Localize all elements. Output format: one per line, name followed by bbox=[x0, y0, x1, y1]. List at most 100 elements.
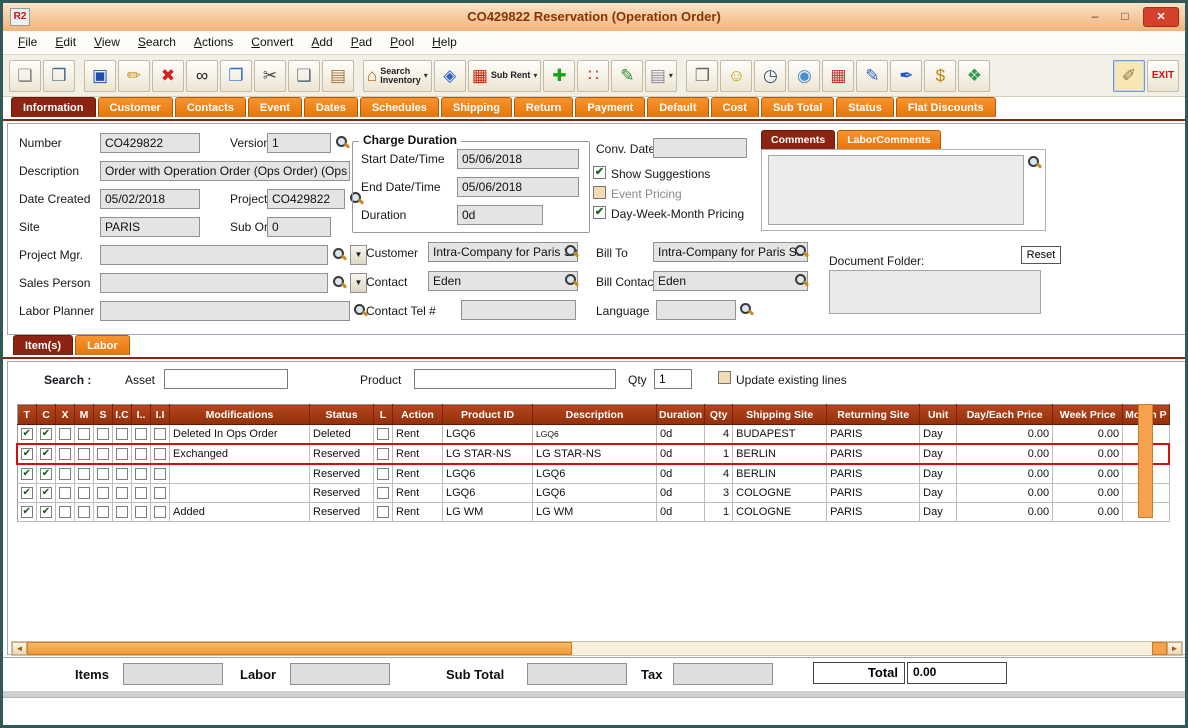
smiley-button[interactable]: ☺ bbox=[720, 59, 753, 92]
sales-person-search-icon[interactable] bbox=[332, 275, 347, 290]
unchecked-checkbox[interactable] bbox=[97, 468, 109, 481]
cell-cb3[interactable] bbox=[74, 502, 94, 522]
labor-planner-field[interactable] bbox=[100, 301, 350, 321]
tab-items[interactable]: Item(s) bbox=[13, 335, 74, 355]
cell-cb5[interactable] bbox=[112, 424, 132, 445]
tab-status[interactable]: Status bbox=[836, 97, 894, 117]
cell-cb5[interactable] bbox=[112, 502, 132, 522]
end-date-field[interactable]: 05/06/2018 bbox=[457, 177, 579, 197]
unchecked-checkbox[interactable] bbox=[78, 487, 90, 500]
tab-labor[interactable]: Labor bbox=[75, 335, 130, 355]
date-created-field[interactable]: 05/02/2018 bbox=[100, 189, 200, 209]
cell-cb2[interactable] bbox=[55, 502, 75, 522]
cell-cb2[interactable] bbox=[55, 424, 75, 445]
cell-cb5[interactable] bbox=[112, 443, 132, 465]
cell-l[interactable] bbox=[373, 464, 393, 484]
bill-contact-field[interactable]: Eden bbox=[653, 271, 808, 291]
unchecked-checkbox[interactable] bbox=[78, 428, 90, 441]
cell-cb6[interactable] bbox=[131, 464, 151, 484]
table-row[interactable]: ✔ ✔ Deleted In Ops Order Deleted Rent LGQ6 LGQ… bbox=[17, 424, 1170, 445]
unchecked-checkbox[interactable] bbox=[116, 468, 128, 481]
product-input[interactable] bbox=[414, 369, 616, 389]
tab-contacts[interactable]: Contacts bbox=[174, 97, 246, 117]
sales-person-field[interactable] bbox=[100, 273, 328, 293]
sub-rent-button[interactable]: ▦ Sub Rent ▾ bbox=[467, 59, 542, 92]
cell-cb1[interactable]: ✔ bbox=[36, 424, 56, 445]
paste-button[interactable]: ▤ bbox=[322, 59, 354, 92]
unchecked-checkbox[interactable] bbox=[59, 448, 71, 461]
cell-cb1[interactable]: ✔ bbox=[36, 483, 56, 503]
cell-cb7[interactable] bbox=[150, 464, 170, 484]
cell-cb3[interactable] bbox=[74, 443, 94, 465]
edit-button[interactable]: ✏ bbox=[118, 59, 150, 92]
duration-field[interactable]: 0d bbox=[457, 205, 543, 225]
menu-actions[interactable]: Actions bbox=[185, 31, 242, 53]
cell-cb7[interactable] bbox=[150, 502, 170, 522]
show-suggestions-checkbox[interactable] bbox=[593, 166, 606, 179]
unchecked-checkbox[interactable] bbox=[154, 506, 166, 519]
column-header-x[interactable]: X bbox=[55, 404, 75, 425]
add-line-button[interactable]: ✚ bbox=[543, 59, 576, 92]
exit-button[interactable]: EXIT bbox=[1147, 59, 1179, 92]
cell-cb0[interactable]: ✔ bbox=[17, 424, 37, 445]
filter-button[interactable]: ◈ bbox=[433, 59, 466, 92]
bill-to-field[interactable]: Intra-Company for Paris Sh bbox=[653, 242, 808, 262]
unchecked-checkbox[interactable] bbox=[154, 428, 166, 441]
cell-cb1[interactable]: ✔ bbox=[36, 502, 56, 522]
unchecked-checkbox[interactable] bbox=[78, 468, 90, 481]
note-button[interactable]: ✎ bbox=[611, 59, 644, 92]
description-field[interactable]: Order with Operation Order (Ops Order) (… bbox=[100, 161, 350, 181]
checked-checkbox[interactable]: ✔ bbox=[20, 428, 33, 441]
cut-button[interactable]: ✂ bbox=[254, 59, 286, 92]
tab-flat-discounts[interactable]: Flat Discounts bbox=[895, 97, 996, 117]
bill-to-search-icon[interactable] bbox=[794, 244, 809, 259]
cell-cb3[interactable] bbox=[74, 464, 94, 484]
unchecked-checkbox[interactable] bbox=[377, 428, 389, 441]
tab-sub-total[interactable]: Sub Total bbox=[760, 97, 835, 117]
unchecked-checkbox[interactable] bbox=[59, 468, 71, 481]
checked-checkbox[interactable]: ✔ bbox=[40, 487, 52, 500]
print-button[interactable]: ❒ bbox=[43, 59, 75, 92]
menu-help[interactable]: Help bbox=[423, 31, 466, 53]
unchecked-checkbox[interactable] bbox=[78, 506, 90, 519]
tab-return[interactable]: Return bbox=[513, 97, 574, 117]
table-row[interactable]: ✔ ✔ Reserved Rent LGQ6 LGQ6 0d 3 COLOGNE PARIS Day… bbox=[17, 483, 1170, 503]
maximize-button[interactable]: □ bbox=[1111, 8, 1139, 27]
unchecked-checkbox[interactable] bbox=[97, 487, 109, 500]
unchecked-checkbox[interactable] bbox=[97, 448, 109, 461]
tab-payment[interactable]: Payment bbox=[575, 97, 646, 117]
comments-search-icon[interactable] bbox=[1027, 155, 1042, 170]
new-order-button[interactable]: ❏ bbox=[9, 59, 41, 92]
menu-file[interactable]: File bbox=[9, 31, 46, 53]
document-folder-box[interactable] bbox=[829, 270, 1041, 314]
customer-search-icon[interactable] bbox=[564, 244, 579, 259]
bill-contact-search-icon[interactable] bbox=[794, 273, 809, 288]
column-header-day-each-price[interactable]: Day/Each Price bbox=[956, 404, 1054, 425]
menu-add[interactable]: Add bbox=[302, 31, 341, 53]
unchecked-checkbox[interactable] bbox=[135, 506, 147, 519]
tab-customer[interactable]: Customer bbox=[97, 97, 173, 117]
unchecked-checkbox[interactable] bbox=[116, 448, 128, 461]
column-header-returning-site[interactable]: Returning Site bbox=[826, 404, 921, 425]
clock-button[interactable]: ◷ bbox=[754, 59, 787, 92]
checked-checkbox[interactable]: ✔ bbox=[40, 506, 52, 519]
version-field[interactable]: 1 bbox=[267, 133, 331, 153]
menu-convert[interactable]: Convert bbox=[242, 31, 302, 53]
sales-person-dropdown-icon[interactable]: ▼ bbox=[350, 273, 367, 293]
copy-button[interactable]: ❑ bbox=[288, 59, 320, 92]
horizontal-scrollbar[interactable]: ◄ ► bbox=[11, 641, 1183, 656]
column-header-shipping-site[interactable]: Shipping Site bbox=[732, 404, 828, 425]
qty-input[interactable] bbox=[654, 369, 692, 389]
tab-cost[interactable]: Cost bbox=[710, 97, 759, 117]
reset-button[interactable]: Reset bbox=[1021, 246, 1061, 264]
column-header-qty[interactable]: Qty bbox=[704, 404, 734, 425]
menu-view[interactable]: View bbox=[85, 31, 129, 53]
key-button[interactable]: ✒ bbox=[890, 59, 923, 92]
cell-cb1[interactable]: ✔ bbox=[36, 443, 56, 465]
search-inventory-button[interactable]: ⌂ Search Inventory ▾ bbox=[363, 59, 432, 92]
column-header-week-price[interactable]: Week Price bbox=[1052, 404, 1124, 425]
site-field[interactable]: PARIS bbox=[100, 217, 200, 237]
cell-cb0[interactable]: ✔ bbox=[17, 502, 37, 522]
unchecked-checkbox[interactable] bbox=[59, 487, 71, 500]
column-header-c[interactable]: C bbox=[36, 404, 56, 425]
